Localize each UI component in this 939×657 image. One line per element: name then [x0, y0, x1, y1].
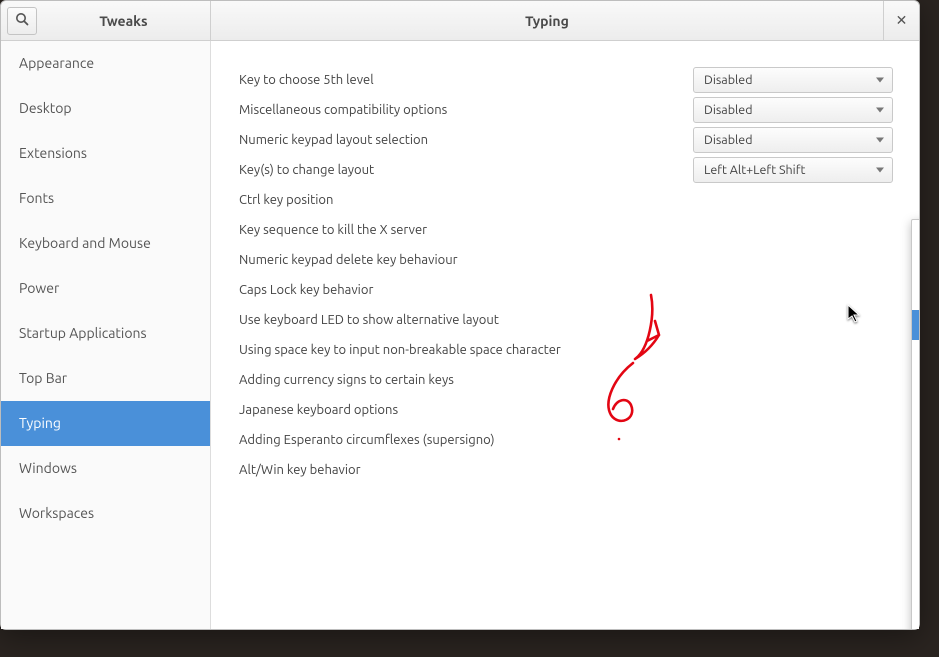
close-icon: ✕: [896, 12, 908, 29]
sidebar-item-fonts[interactable]: Fonts: [1, 176, 210, 221]
setting-label: Numeric keypad layout selection: [239, 133, 693, 147]
dropdown-option[interactable]: Make Caps Lock an additional …: [912, 310, 919, 340]
setting-row: Numeric keypad delete key behaviour: [239, 245, 893, 275]
setting-dropdown[interactable]: Disabled: [693, 67, 893, 93]
setting-label: Alt/Win key behavior: [239, 463, 893, 477]
tweaks-window: Tweaks Typing ✕ AppearanceDesktopExtensi…: [0, 0, 920, 630]
setting-label: Japanese keyboard options: [239, 403, 893, 417]
setting-label: Miscellaneous compatibility options: [239, 103, 693, 117]
dropdown-option[interactable]: Disabled: [912, 220, 919, 250]
sidebar-item-top-bar[interactable]: Top Bar: [1, 356, 210, 401]
dropdown-option[interactable]: Caps Lock toggles Shift so all …: [912, 550, 919, 580]
sidebar-item-desktop[interactable]: Desktop: [1, 86, 210, 131]
setting-label: Adding currency signs to certain keys: [239, 373, 893, 387]
sidebar-item-extensions[interactable]: Extensions: [1, 131, 210, 176]
dropdown-option[interactable]: Make Caps Lock an additional …: [912, 610, 919, 629]
capslock-behavior-dropdown[interactable]: DisabledMake Caps Lock an additional …Ca…: [911, 219, 919, 629]
setting-row: Caps Lock key behavior: [239, 275, 893, 305]
dropdown-option[interactable]: Make Caps Lock an additional …: [912, 340, 919, 370]
settings-list: Key to choose 5th levelDisabledMiscellan…: [239, 65, 893, 485]
page-title: Typing: [211, 1, 883, 40]
setting-label: Use keyboard LED to show alternative lay…: [239, 313, 893, 327]
sidebar-item-appearance[interactable]: Appearance: [1, 41, 210, 86]
dropdown-option[interactable]: Make Caps Lock an additional …: [912, 490, 919, 520]
setting-label: Numeric keypad delete key behaviour: [239, 253, 893, 267]
sidebar: AppearanceDesktopExtensionsFontsKeyboard…: [1, 41, 211, 629]
sidebar-item-startup-applications[interactable]: Startup Applications: [1, 311, 210, 356]
setting-dropdown[interactable]: Disabled: [693, 97, 893, 123]
setting-label: Using space key to input non-breakable s…: [239, 343, 893, 357]
dropdown-option[interactable]: Caps Lock is disabled: [912, 460, 919, 490]
titlebar: Tweaks Typing ✕: [1, 1, 919, 41]
setting-label: Key sequence to kill the X server: [239, 223, 893, 237]
setting-row: Key to choose 5th levelDisabled: [239, 65, 893, 95]
dropdown-option[interactable]: Caps Lock uses internal capital…: [912, 430, 919, 460]
setting-dropdown[interactable]: Left Alt+Left Shift: [693, 157, 893, 183]
sidebar-item-workspaces[interactable]: Workspaces: [1, 491, 210, 536]
setting-dropdown[interactable]: Disabled: [693, 127, 893, 153]
setting-row: Japanese keyboard options: [239, 395, 893, 425]
window-body: AppearanceDesktopExtensionsFontsKeyboard…: [1, 41, 919, 629]
setting-label: Key to choose 5th level: [239, 73, 693, 87]
dropdown-option[interactable]: Caps Lock uses internal capital…: [912, 400, 919, 430]
setting-label: Adding Esperanto circumflexes (supersign…: [239, 433, 893, 447]
sidebar-item-typing[interactable]: Typing: [1, 401, 210, 446]
sidebar-item-power[interactable]: Power: [1, 266, 210, 311]
setting-label: Key(s) to change layout: [239, 163, 693, 177]
setting-row: Using space key to input non-breakable s…: [239, 335, 893, 365]
setting-row: Ctrl key position: [239, 185, 893, 215]
titlebar-left: Tweaks: [1, 1, 211, 40]
search-button[interactable]: [7, 7, 37, 35]
content-area: Key to choose 5th levelDisabledMiscellan…: [211, 41, 919, 629]
setting-row: Alt/Win key behavior: [239, 455, 893, 485]
setting-row: Numeric keypad layout selectionDisabled: [239, 125, 893, 155]
dropdown-option[interactable]: Make Caps Lock an additional …: [912, 370, 919, 400]
setting-row: Miscellaneous compatibility optionsDisab…: [239, 95, 893, 125]
dropdown-option[interactable]: Caps Lock acts as Shift with loc…: [912, 520, 919, 550]
setting-row: Key sequence to kill the X server: [239, 215, 893, 245]
setting-row: Adding currency signs to certain keys: [239, 365, 893, 395]
setting-row: Use keyboard LED to show alternative lay…: [239, 305, 893, 335]
search-icon: [15, 12, 29, 30]
sidebar-item-keyboard-and-mouse[interactable]: Keyboard and Mouse: [1, 221, 210, 266]
dropdown-option[interactable]: Make Caps Lock an additional …: [912, 250, 919, 280]
app-title: Tweaks: [37, 13, 210, 29]
sidebar-item-windows[interactable]: Windows: [1, 446, 210, 491]
setting-row: Adding Esperanto circumflexes (supersign…: [239, 425, 893, 455]
setting-row: Key(s) to change layoutLeft Alt+Left Shi…: [239, 155, 893, 185]
setting-label: Caps Lock key behavior: [239, 283, 893, 297]
dropdown-option[interactable]: Caps Lock acts as Shift with loc…: [912, 580, 919, 610]
setting-label: Ctrl key position: [239, 193, 893, 207]
close-button[interactable]: ✕: [883, 1, 919, 40]
dropdown-option[interactable]: Caps Lock toggles normal capi…: [912, 280, 919, 310]
